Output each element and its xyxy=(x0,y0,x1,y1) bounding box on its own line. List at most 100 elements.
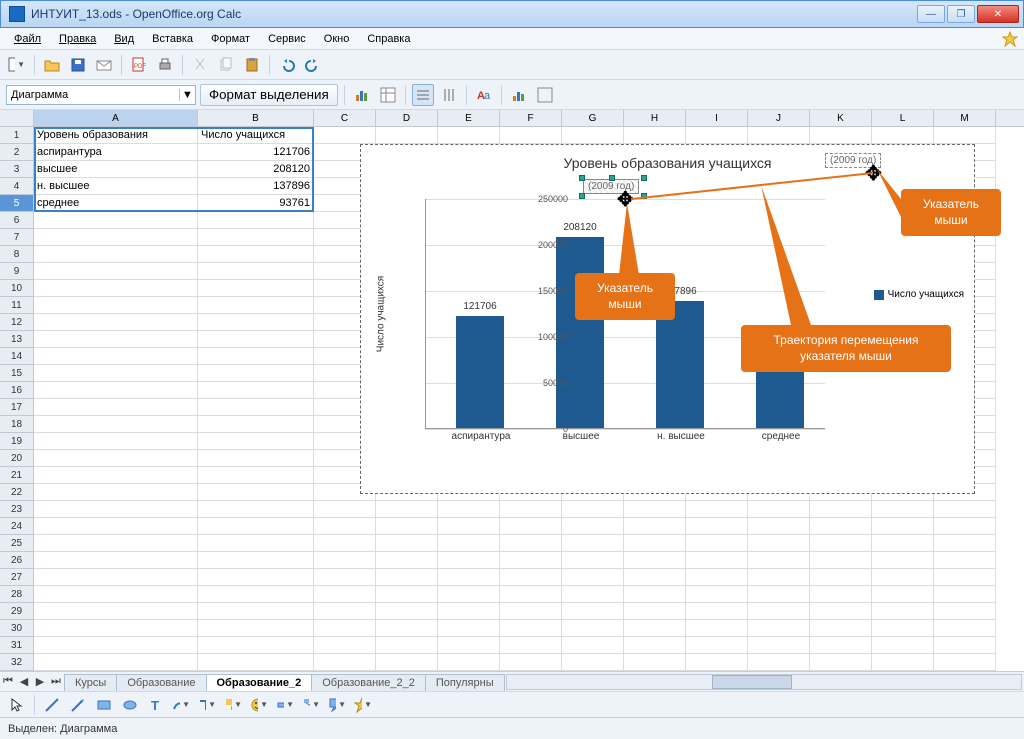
cell-J28[interactable] xyxy=(748,586,810,603)
cut-button[interactable] xyxy=(189,54,211,76)
cell-I31[interactable] xyxy=(686,637,748,654)
arrow-tool[interactable] xyxy=(67,694,89,716)
cell-B9[interactable] xyxy=(198,263,314,280)
cell-L1[interactable] xyxy=(872,127,934,144)
row-header-24[interactable]: 24 xyxy=(0,518,33,535)
row-header-14[interactable]: 14 xyxy=(0,348,33,365)
cell-B31[interactable] xyxy=(198,637,314,654)
restore-button[interactable]: ❐ xyxy=(947,5,975,23)
row-header-4[interactable]: 4 xyxy=(0,178,33,195)
cell-A10[interactable] xyxy=(34,280,198,297)
tab-nav-last[interactable]: ⏭ xyxy=(48,674,64,690)
cell-B21[interactable] xyxy=(198,467,314,484)
col-header-H[interactable]: H xyxy=(624,110,686,126)
row-header-27[interactable]: 27 xyxy=(0,569,33,586)
save-button[interactable] xyxy=(67,54,89,76)
row-header-19[interactable]: 19 xyxy=(0,433,33,450)
cell-D27[interactable] xyxy=(376,569,438,586)
cell-B30[interactable] xyxy=(198,620,314,637)
cell-F1[interactable] xyxy=(500,127,562,144)
col-header-L[interactable]: L xyxy=(872,110,934,126)
menu-window[interactable]: Окно xyxy=(316,31,358,47)
bar-2[interactable] xyxy=(656,301,704,428)
col-header-J[interactable]: J xyxy=(748,110,810,126)
cell-K28[interactable] xyxy=(810,586,872,603)
cell-M26[interactable] xyxy=(934,552,996,569)
menu-view[interactable]: Вид xyxy=(106,31,142,47)
cell-grid[interactable]: Уровень образованияЧисло учащихсяаспиран… xyxy=(34,127,1024,671)
cell-B29[interactable] xyxy=(198,603,314,620)
cell-D23[interactable] xyxy=(376,501,438,518)
cell-B17[interactable] xyxy=(198,399,314,416)
copy-button[interactable] xyxy=(215,54,237,76)
cell-C23[interactable] xyxy=(314,501,376,518)
cell-I27[interactable] xyxy=(686,569,748,586)
col-header-M[interactable]: M xyxy=(934,110,996,126)
cell-B14[interactable] xyxy=(198,348,314,365)
cell-M24[interactable] xyxy=(934,518,996,535)
cell-H31[interactable] xyxy=(624,637,686,654)
select-tool[interactable] xyxy=(6,694,28,716)
cell-G27[interactable] xyxy=(562,569,624,586)
row-header-11[interactable]: 11 xyxy=(0,297,33,314)
row-header-20[interactable]: 20 xyxy=(0,450,33,467)
cell-G25[interactable] xyxy=(562,535,624,552)
cell-M23[interactable] xyxy=(934,501,996,518)
cell-K1[interactable] xyxy=(810,127,872,144)
chart-data-button[interactable] xyxy=(377,84,399,106)
cell-F23[interactable] xyxy=(500,501,562,518)
symbol-shapes-tool[interactable]: ▼ xyxy=(249,694,271,716)
cell-B15[interactable] xyxy=(198,365,314,382)
cell-M25[interactable] xyxy=(934,535,996,552)
cell-L27[interactable] xyxy=(872,569,934,586)
cell-L29[interactable] xyxy=(872,603,934,620)
cell-D1[interactable] xyxy=(376,127,438,144)
cell-I24[interactable] xyxy=(686,518,748,535)
cell-E28[interactable] xyxy=(438,586,500,603)
print-button[interactable] xyxy=(154,54,176,76)
row-header-17[interactable]: 17 xyxy=(0,399,33,416)
cell-G31[interactable] xyxy=(562,637,624,654)
cell-J29[interactable] xyxy=(748,603,810,620)
row-header-2[interactable]: 2 xyxy=(0,144,33,161)
row-header-23[interactable]: 23 xyxy=(0,501,33,518)
col-header-A[interactable]: A xyxy=(34,110,198,126)
cell-L31[interactable] xyxy=(872,637,934,654)
cell-A11[interactable] xyxy=(34,297,198,314)
cell-A25[interactable] xyxy=(34,535,198,552)
cell-K23[interactable] xyxy=(810,501,872,518)
row-header-30[interactable]: 30 xyxy=(0,620,33,637)
cell-B7[interactable] xyxy=(198,229,314,246)
cell-G28[interactable] xyxy=(562,586,624,603)
vgrid-button[interactable] xyxy=(438,84,460,106)
name-box-dropdown[interactable]: ▼ xyxy=(179,89,195,101)
export-pdf-button[interactable]: PDF xyxy=(128,54,150,76)
basic-shapes-tool[interactable]: ▼ xyxy=(223,694,245,716)
row-header-1[interactable]: 1 xyxy=(0,127,33,144)
cell-A20[interactable] xyxy=(34,450,198,467)
cell-I28[interactable] xyxy=(686,586,748,603)
cell-B1[interactable]: Число учащихся xyxy=(198,127,314,144)
block-arrows-tool[interactable]: ▼ xyxy=(275,694,297,716)
cell-A32[interactable] xyxy=(34,654,198,671)
cell-A1[interactable]: Уровень образования xyxy=(34,127,198,144)
cell-A2[interactable]: аспирантура xyxy=(34,144,198,161)
sheet-tab-3[interactable]: Образование_2 xyxy=(206,674,313,691)
sheet-tab-1[interactable]: Курсы xyxy=(64,674,117,691)
format-selection-button[interactable]: Формат выделения xyxy=(200,84,338,106)
col-header-C[interactable]: C xyxy=(314,110,376,126)
cell-A6[interactable] xyxy=(34,212,198,229)
cell-A21[interactable] xyxy=(34,467,198,484)
legend-button[interactable]: Aa xyxy=(473,84,495,106)
spreadsheet[interactable]: ABCDEFGHIJKLM 12345678910111213141516171… xyxy=(0,110,1024,671)
tab-nav-next[interactable]: ▶ xyxy=(32,674,48,690)
cell-J24[interactable] xyxy=(748,518,810,535)
cell-G32[interactable] xyxy=(562,654,624,671)
cell-A23[interactable] xyxy=(34,501,198,518)
cell-C28[interactable] xyxy=(314,586,376,603)
cell-L30[interactable] xyxy=(872,620,934,637)
cell-H1[interactable] xyxy=(624,127,686,144)
cell-J26[interactable] xyxy=(748,552,810,569)
cell-G29[interactable] xyxy=(562,603,624,620)
cell-B22[interactable] xyxy=(198,484,314,501)
